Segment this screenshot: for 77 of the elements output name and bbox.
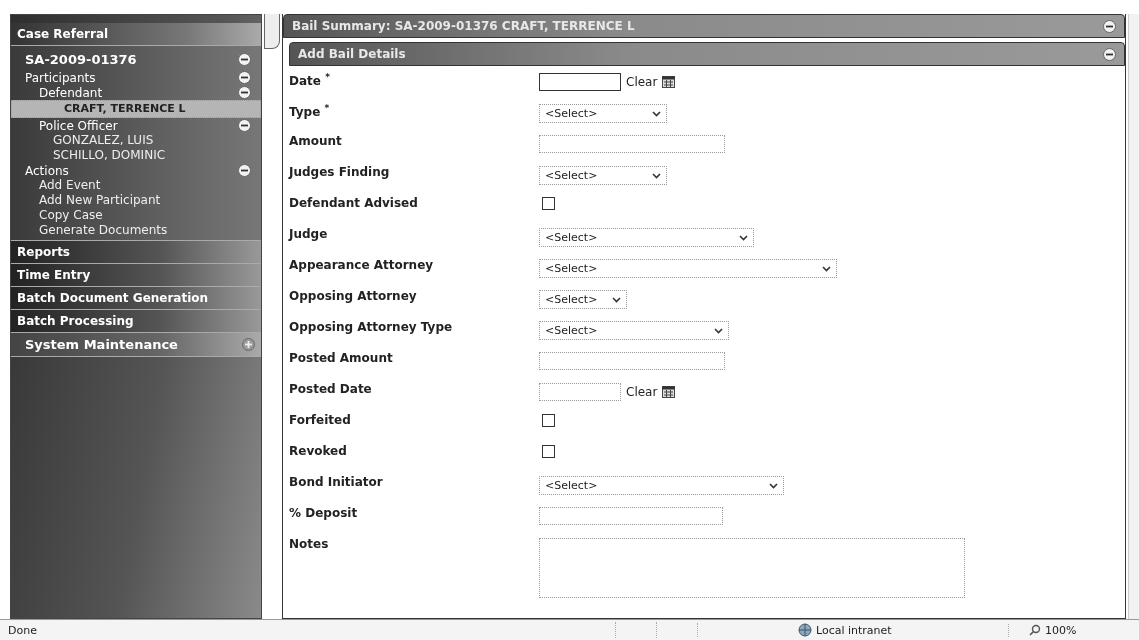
field-label: Posted Date: [289, 381, 373, 396]
select-dropdown[interactable]: <Select>: [539, 259, 837, 278]
collapse-icon[interactable]: [238, 86, 251, 99]
field-label: Opposing Attorney: [289, 288, 418, 303]
select-dropdown[interactable]: <Select>: [539, 228, 754, 247]
nav-item[interactable]: Batch Document Generation: [11, 287, 261, 310]
chevron-down-icon: [769, 482, 778, 489]
clear-link[interactable]: Clear: [626, 75, 658, 89]
field-label: Amount: [289, 133, 343, 148]
clear-link[interactable]: Clear: [626, 385, 658, 399]
tree-item[interactable]: Defendant: [39, 85, 103, 100]
checkbox[interactable]: [542, 414, 555, 427]
field-label: Judges Finding: [289, 164, 391, 179]
field-label: % Deposit: [289, 505, 359, 520]
tree-item[interactable]: Actions: [25, 163, 69, 178]
field-label: Notes: [289, 536, 330, 551]
select-dropdown[interactable]: <Select>: [539, 166, 667, 185]
text-field[interactable]: [539, 352, 725, 370]
tree-item[interactable]: CRAFT, TERRENCE L: [11, 100, 261, 118]
text-field[interactable]: [539, 135, 725, 153]
collapse-icon[interactable]: [238, 164, 251, 177]
chevron-down-icon: [822, 265, 831, 272]
collapse-icon[interactable]: [238, 52, 251, 66]
tree-item[interactable]: Participants: [25, 70, 96, 85]
status-text: Done: [7, 623, 38, 637]
case-number[interactable]: SA-2009-01376: [25, 51, 137, 67]
scrollbar[interactable]: [1128, 14, 1139, 619]
field-label: Judge: [289, 226, 329, 241]
magnifier-icon[interactable]: [1029, 624, 1041, 636]
panel-title: Bail Summary: SA-2009-01376 CRAFT, TERRENCE L: [292, 19, 635, 33]
field-label: Date $^{*}$: [289, 71, 331, 88]
collapse-icon[interactable]: [1103, 19, 1116, 33]
tree-item[interactable]: SCHILLO, DOMINIC: [11, 148, 255, 163]
field-label: Forfeited: [289, 412, 352, 427]
field-label: Defendant Advised: [289, 195, 419, 210]
nav-header[interactable]: Case Referral: [11, 23, 261, 46]
chevron-down-icon: [739, 234, 748, 241]
checkbox[interactable]: [542, 445, 555, 458]
tree-item[interactable]: GONZALEZ, LUIS: [11, 133, 255, 148]
chevron-down-icon: [714, 327, 723, 334]
select-dropdown[interactable]: <Select>: [539, 321, 729, 340]
field-label: Type $^{*}$: [289, 102, 331, 119]
collapse-icon[interactable]: [238, 71, 251, 84]
tree-item[interactable]: Generate Documents: [11, 223, 255, 238]
tree-item[interactable]: Add Event: [11, 178, 255, 193]
chevron-down-icon: [612, 296, 621, 303]
field-label: Bond Initiator: [289, 474, 384, 489]
calendar-icon[interactable]: [662, 386, 676, 398]
calendar-icon[interactable]: [662, 76, 676, 88]
tree-item[interactable]: Add New Participant: [11, 193, 255, 208]
field-label: Appearance Attorney: [289, 257, 435, 272]
globe-icon: [798, 623, 812, 637]
text-field[interactable]: [539, 507, 723, 525]
select-dropdown[interactable]: <Select>: [539, 476, 784, 495]
chevron-down-icon: [652, 172, 661, 179]
sidebar-collapse-handle[interactable]: [264, 14, 280, 49]
select-dropdown[interactable]: <Select>: [539, 290, 627, 309]
nav-item[interactable]: Time Entry: [11, 264, 261, 287]
zoom-level[interactable]: 100%: [1045, 623, 1077, 637]
notes-field[interactable]: [539, 538, 965, 598]
nav-item[interactable]: Reports: [11, 241, 261, 264]
field-label: Posted Amount: [289, 350, 394, 365]
date-field[interactable]: [539, 383, 621, 401]
expand-icon[interactable]: [242, 338, 255, 351]
chevron-down-icon: [652, 110, 661, 117]
security-zone: Local intranet: [816, 623, 892, 637]
select-dropdown[interactable]: <Select>: [539, 104, 667, 123]
date-field[interactable]: [539, 73, 621, 91]
field-label: Revoked: [289, 443, 348, 458]
section-title: Add Bail Details: [298, 47, 406, 61]
field-label: Opposing Attorney Type: [289, 319, 454, 334]
collapse-icon[interactable]: [238, 119, 251, 132]
checkbox[interactable]: [542, 197, 555, 210]
tree-item[interactable]: Copy Case: [11, 208, 255, 223]
tree-item[interactable]: Police Officer: [39, 118, 118, 133]
nav-item[interactable]: Batch Processing: [11, 310, 261, 333]
collapse-icon[interactable]: [1103, 47, 1116, 61]
